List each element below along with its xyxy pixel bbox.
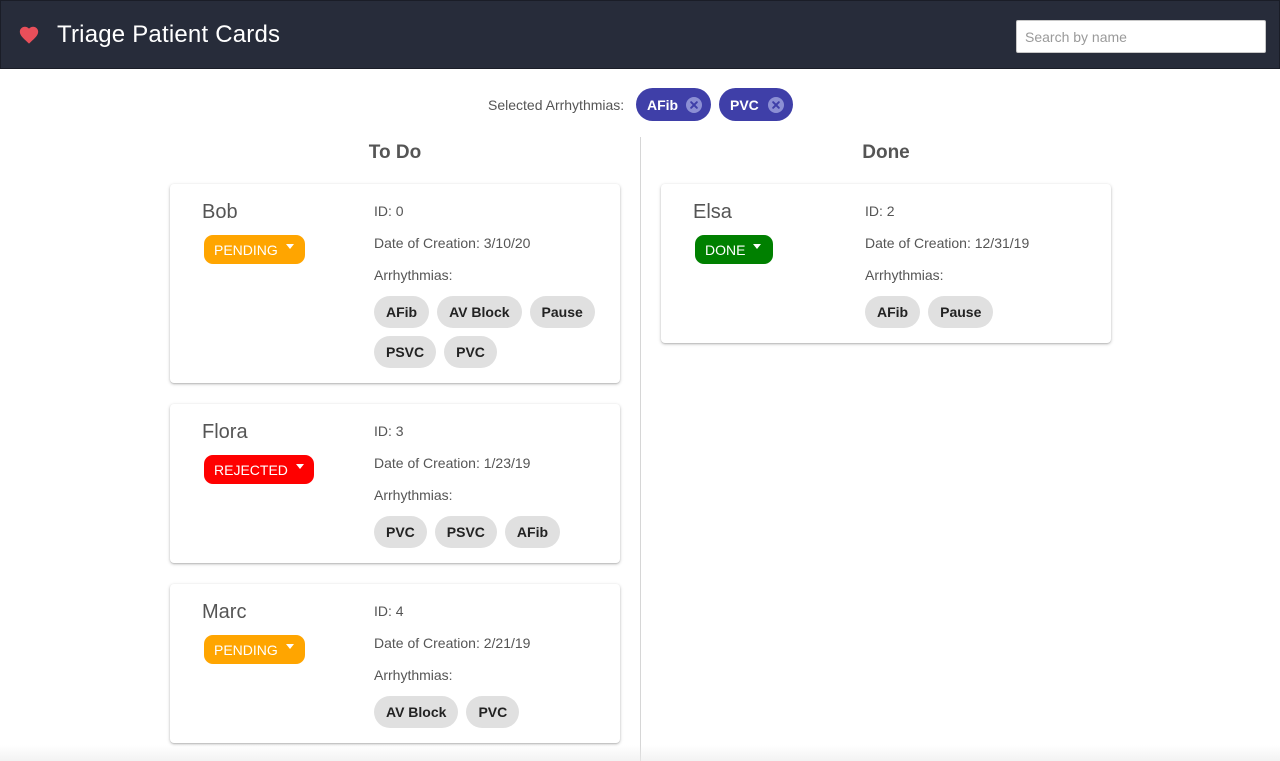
arrhythmias-label: Arrhythmias: [374, 267, 453, 283]
remove-chip-icon[interactable] [686, 97, 702, 113]
remove-chip-icon[interactable] [768, 97, 784, 113]
arrhythmia-chips: PVC PSVC AFib [374, 516, 614, 548]
status-dropdown[interactable]: REJECTED [204, 455, 314, 484]
column-title-todo: To Do [368, 142, 422, 163]
arrhythmias-label: Arrhythmias: [374, 667, 453, 683]
caret-down-icon [753, 244, 762, 249]
caret-down-icon [285, 644, 294, 649]
heart-icon [19, 26, 39, 44]
caret-down-icon [295, 464, 304, 469]
arrhythmia-chip: AFib [374, 296, 430, 328]
search-input[interactable] [1016, 20, 1266, 53]
patient-card[interactable]: Flora REJECTED ID: 3 Date of Creation: 1… [170, 404, 620, 563]
arrhythmia-chips: AFib AV Block Pause PSVC PVC [374, 296, 614, 368]
arrhythmia-chip: AV Block [437, 296, 522, 328]
arrhythmia-chip: PSVC [434, 516, 497, 548]
arrhythmia-chip: PVC [444, 336, 497, 368]
patient-id: ID: 0 [374, 203, 404, 219]
arrhythmia-chip: PVC [466, 696, 520, 728]
patient-card[interactable]: Elsa DONE ID: 2 Date of Creation: 12/31/… [661, 184, 1111, 343]
patient-id: ID: 4 [374, 603, 404, 619]
patient-name: Flora [202, 421, 248, 443]
column-divider [640, 137, 641, 761]
patient-name: Elsa [693, 201, 732, 223]
status-dropdown[interactable]: PENDING [204, 235, 305, 264]
status-label: PENDING [214, 641, 278, 658]
creation-date: Date of Creation: 2/21/19 [374, 635, 531, 651]
arrhythmia-chip: AFib [865, 296, 921, 328]
arrhythmia-filter: Selected Arrhythmias: AFib PVC [0, 88, 1280, 122]
status-label: PENDING [214, 241, 278, 258]
patient-name: Marc [202, 601, 247, 623]
selected-chip-afib[interactable]: AFib [636, 88, 711, 121]
patient-name: Bob [202, 201, 238, 223]
arrhythmia-chip: Pause [529, 296, 595, 328]
status-dropdown[interactable]: DONE [695, 235, 773, 264]
status-label: REJECTED [214, 461, 288, 478]
arrhythmia-chips: AFib Pause [865, 296, 1105, 328]
creation-date: Date of Creation: 1/23/19 [374, 455, 531, 471]
app-bar: Triage Patient Cards [0, 0, 1280, 69]
caret-down-icon [285, 244, 294, 249]
status-dropdown[interactable]: PENDING [204, 635, 305, 664]
patient-id: ID: 3 [374, 423, 404, 439]
patient-card[interactable]: Marc PENDING ID: 4 Date of Creation: 2/2… [170, 584, 620, 743]
selected-chip-pvc[interactable]: PVC [719, 88, 793, 121]
column-title-done: Done [862, 142, 910, 163]
patient-card[interactable]: Bob PENDING ID: 0 Date of Creation: 3/10… [170, 184, 620, 383]
scroll-fade [0, 745, 1280, 761]
app-title: Triage Patient Cards [57, 21, 281, 48]
creation-date: Date of Creation: 3/10/20 [374, 235, 531, 251]
arrhythmia-chip: AV Block [374, 696, 459, 728]
arrhythmias-label: Arrhythmias: [374, 487, 453, 503]
selected-chip-label: PVC [730, 96, 759, 113]
arrhythmias-label: Arrhythmias: [865, 267, 944, 283]
status-label: DONE [705, 241, 746, 258]
creation-date: Date of Creation: 12/31/19 [865, 235, 1030, 251]
arrhythmia-chip: PVC [374, 516, 427, 548]
arrhythmia-chip: AFib [504, 516, 561, 548]
arrhythmia-chips: AV Block PVC [374, 696, 614, 728]
selected-chip-label: AFib [647, 96, 679, 113]
arrhythmia-chip: PSVC [374, 336, 437, 368]
arrhythmia-chip: Pause [928, 296, 994, 328]
filter-label: Selected Arrhythmias: [488, 97, 625, 113]
patient-id: ID: 2 [865, 203, 895, 219]
